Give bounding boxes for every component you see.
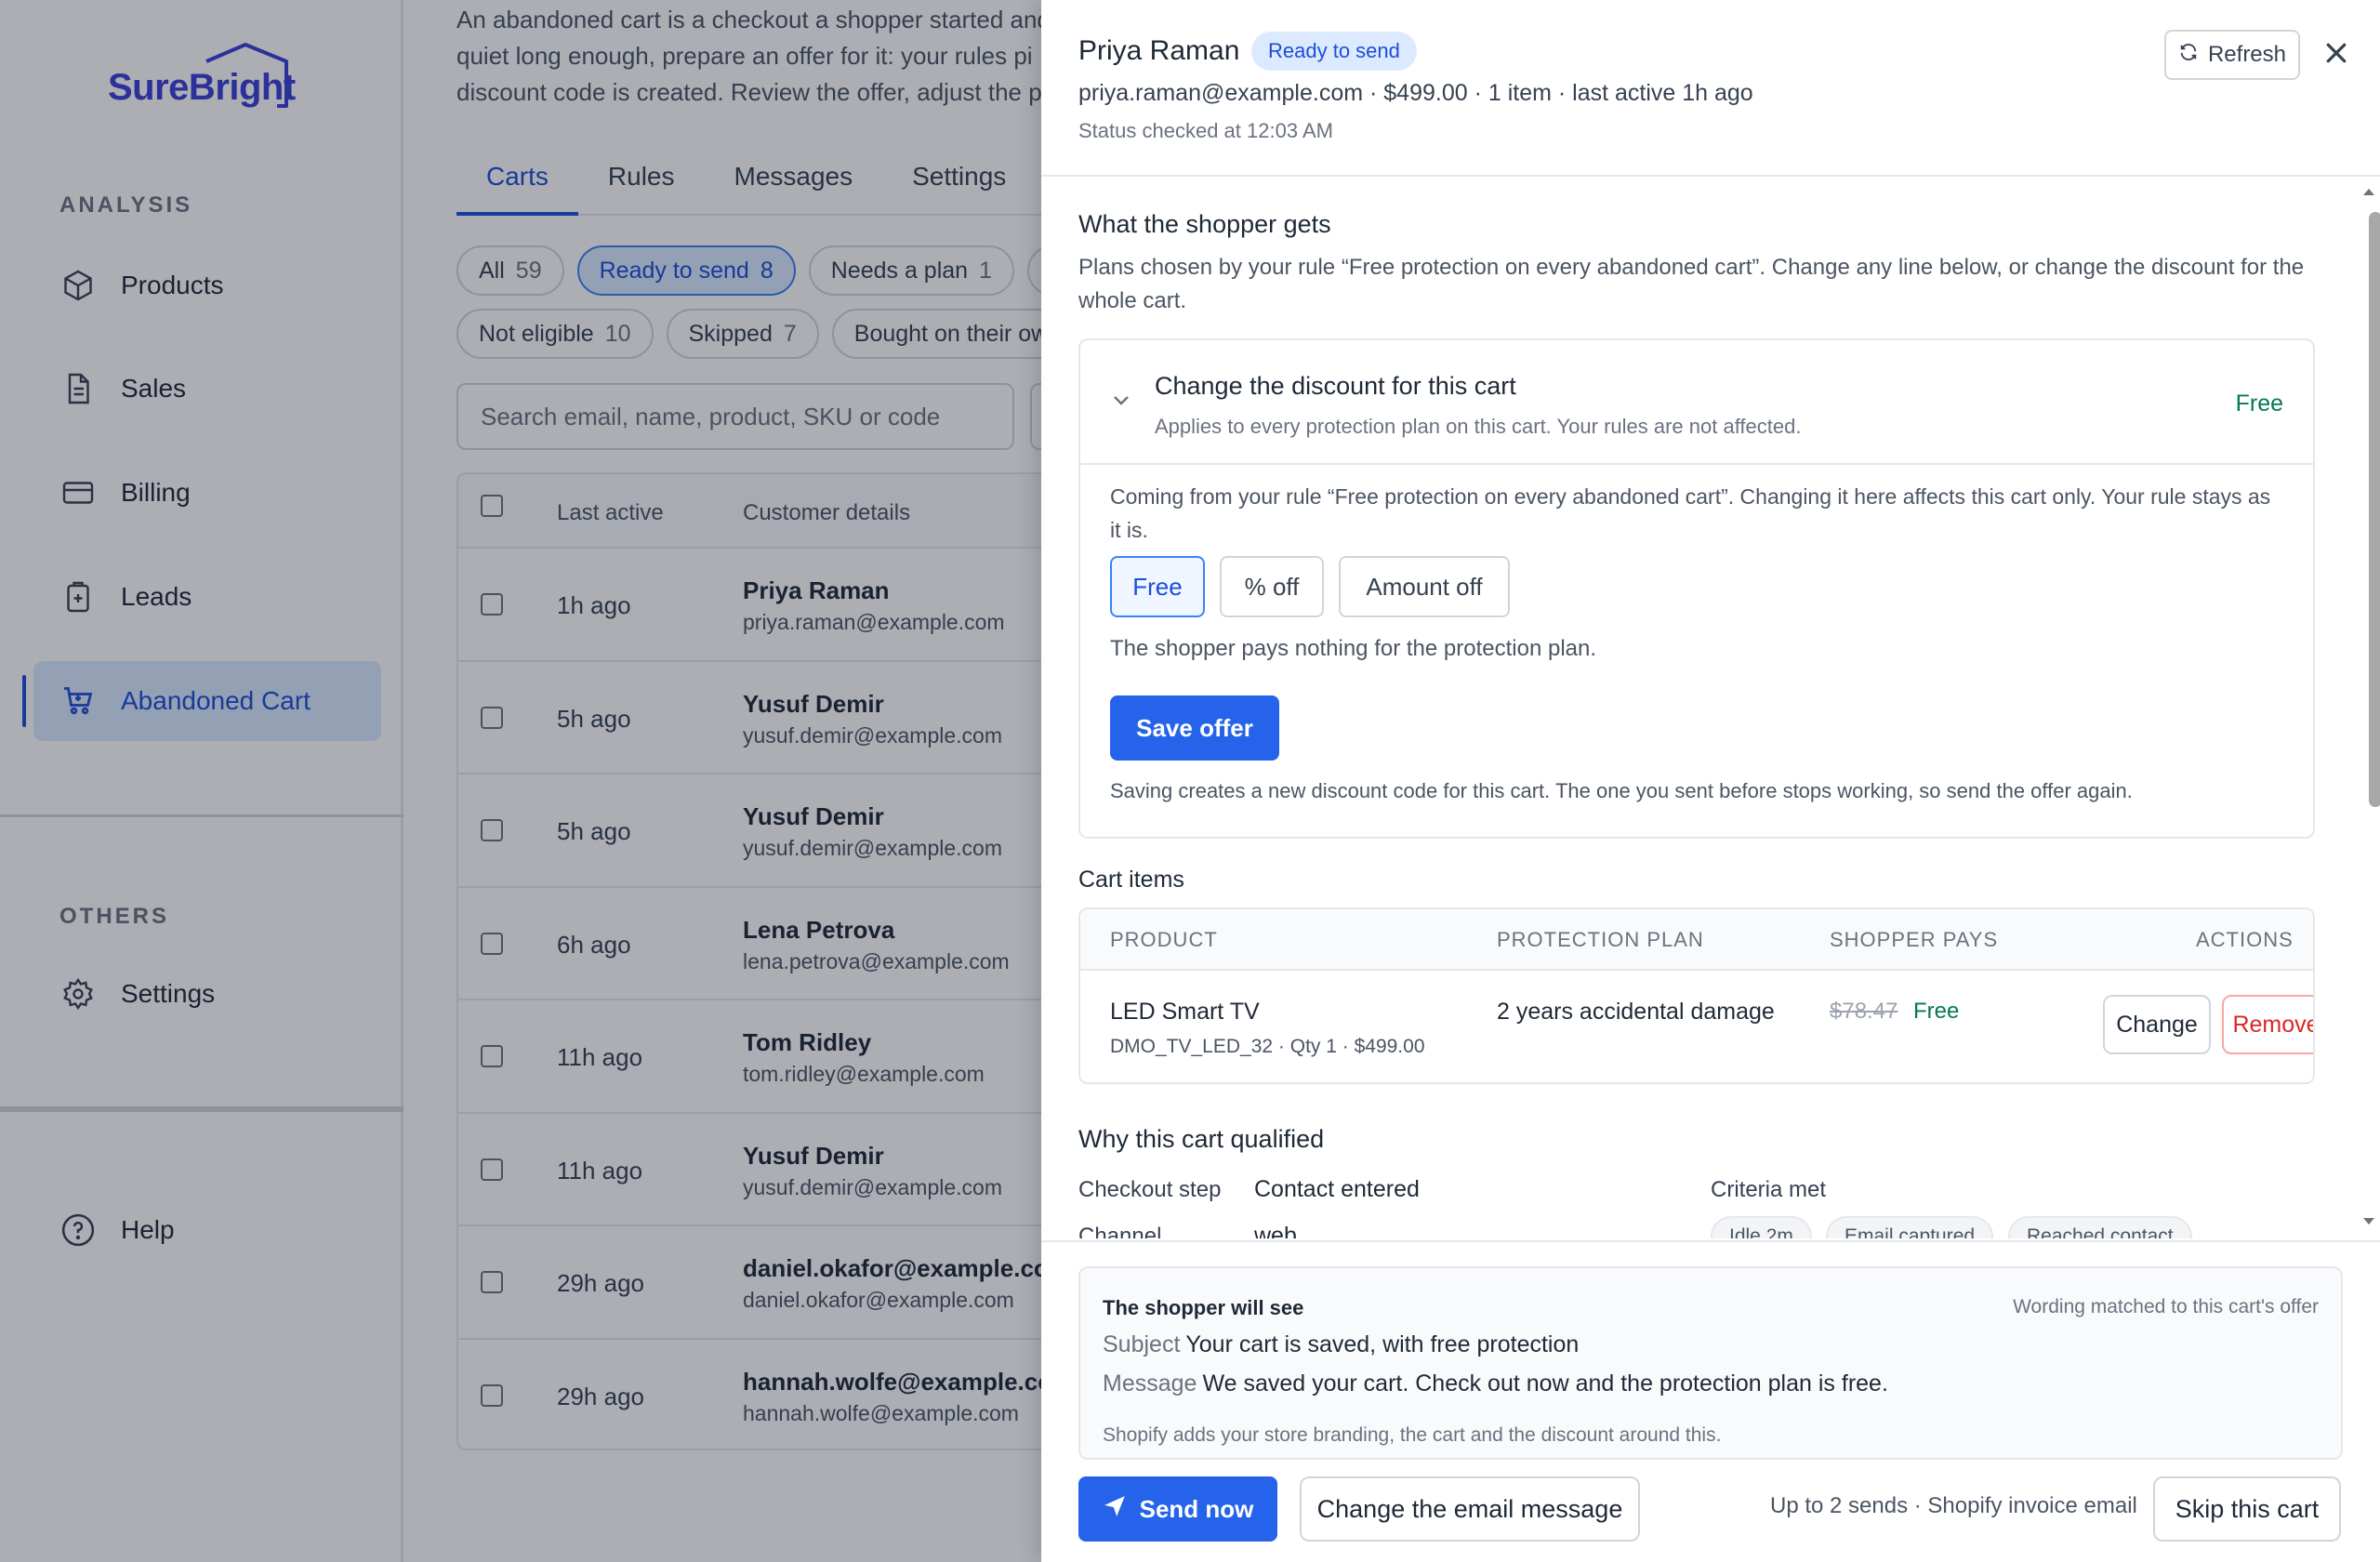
preview-subject: Subject Your cart is saved, with free pro… [1103, 1331, 1579, 1358]
checkout-step-label: Checkout step [1078, 1177, 1222, 1202]
chevron-down-icon[interactable] [1112, 394, 1130, 412]
send-limit-info: Up to 2 sends · Shopify invoice email [1770, 1493, 2137, 1518]
drawer-header: Priya Raman Ready to send priya.raman@ex… [1041, 0, 2380, 177]
email-preview: The shopper will see Wording matched to … [1078, 1266, 2343, 1460]
discount-subtitle: Applies to every protection plan on this… [1155, 415, 1802, 438]
preview-message: Message We saved your cart. Check out now… [1103, 1370, 1888, 1397]
drawer-body: What the shopper gets Plans chosen by yo… [1041, 179, 2380, 1238]
send-icon [1103, 1494, 1127, 1525]
why-qualified-title: Why this cart qualified [1078, 1125, 1325, 1153]
cart-items-table: PRODUCT PROTECTION PLAN SHOPPER PAYS ACT… [1078, 907, 2315, 1084]
discount-value: Free [2235, 390, 2283, 417]
cart-items-title: Cart items [1078, 867, 1184, 893]
remove-item-button[interactable]: Remove [2222, 995, 2313, 1054]
preview-match-note: Wording matched to this cart's offer [2013, 1296, 2319, 1317]
discount-rule-note: Coming from your rule “Free protection o… [1110, 484, 2271, 542]
criteria-pill: Idle 2m [1711, 1216, 1812, 1238]
refresh-label: Refresh [2207, 42, 2287, 67]
what-shopper-gets-title: What the shopper gets [1078, 210, 1331, 238]
change-email-message-button[interactable]: Change the email message [1300, 1476, 1640, 1542]
criteria-pill: Reached contact [2008, 1216, 2192, 1238]
refresh-icon [2178, 42, 2199, 69]
offer-price: Free [1913, 999, 1960, 1024]
discount-title: Change the discount for this cart [1155, 372, 1516, 400]
scroll-down-arrow-icon[interactable] [2361, 1216, 2376, 1227]
checkout-step-value: Contact entered [1254, 1176, 1420, 1202]
discount-option-percent-off[interactable]: % off [1220, 556, 1324, 617]
channel-label: Channel [1078, 1224, 1162, 1238]
save-offer-button[interactable]: Save offer [1110, 695, 1279, 761]
items-table-header: PRODUCT PROTECTION PLAN SHOPPER PAYS ACT… [1080, 909, 2313, 971]
column-shopper-pays: SHOPPER PAYS [1830, 928, 1999, 951]
send-now-label: Send now [1139, 1494, 1254, 1523]
criteria-pill: Email captured [1826, 1216, 1994, 1238]
drawer-footer: The shopper will see Wording matched to … [1041, 1240, 2380, 1562]
discount-panel: Change the discount for this cart Applie… [1078, 338, 2315, 839]
subject-key: Subject [1103, 1331, 1181, 1357]
column-actions: ACTIONS [2196, 928, 2294, 951]
product-sku: DMO_TV_LED_32 · Qty 1 · $499.00 [1110, 1036, 1425, 1057]
channel-value: web [1254, 1223, 1297, 1238]
column-product: PRODUCT [1110, 928, 1218, 951]
status-badge: Ready to send [1251, 32, 1417, 71]
original-price: $78.47 [1830, 999, 1898, 1024]
cart-meta: priya.raman@example.com · $499.00 · 1 it… [1078, 80, 1753, 106]
save-warning: Saving creates a new discount code for t… [1110, 779, 2133, 802]
scrollbar-thumb[interactable] [2369, 212, 2380, 807]
column-protection-plan: PROTECTION PLAN [1497, 928, 1704, 951]
subject-value: Your cart is saved, with free protection [1185, 1331, 1580, 1357]
criteria-label: Criteria met [1711, 1177, 1827, 1202]
discount-explanation: The shopper pays nothing for the protect… [1110, 636, 1597, 661]
modal-backdrop[interactable] [0, 0, 1041, 1562]
status-checked-time: Status checked at 12:03 AM [1078, 119, 1333, 142]
skip-cart-button[interactable]: Skip this cart [2153, 1476, 2341, 1542]
cart-item-row: LED Smart TV DMO_TV_LED_32 · Qty 1 · $49… [1080, 971, 2313, 1082]
message-value: We saved your cart. Check out now and th… [1202, 1370, 1888, 1397]
preview-title: The shopper will see [1103, 1296, 1304, 1319]
send-now-button[interactable]: Send now [1078, 1476, 1277, 1542]
close-icon [2322, 39, 2350, 72]
product-name: LED Smart TV [1110, 999, 1260, 1025]
message-key: Message [1103, 1370, 1197, 1397]
discount-panel-header[interactable]: Change the discount for this cart Applie… [1080, 340, 2313, 465]
refresh-button[interactable]: Refresh [2164, 30, 2300, 80]
shopper-name: Priya Raman [1078, 35, 1240, 66]
change-plan-button[interactable]: Change [2103, 995, 2211, 1054]
preview-footnote: Shopify adds your store branding, the ca… [1103, 1424, 1722, 1446]
protection-plan: 2 years accidental damage [1497, 999, 1775, 1025]
close-button[interactable] [2315, 33, 2358, 76]
discount-option-free[interactable]: Free [1110, 556, 1205, 617]
scroll-up-arrow-icon[interactable] [2361, 186, 2376, 197]
what-shopper-gets-description: Plans chosen by your rule “Free protecti… [1078, 255, 2305, 313]
discount-option-amount-off[interactable]: Amount off [1339, 556, 1510, 617]
cart-detail-drawer: Priya Raman Ready to send priya.raman@ex… [1041, 0, 2380, 1562]
